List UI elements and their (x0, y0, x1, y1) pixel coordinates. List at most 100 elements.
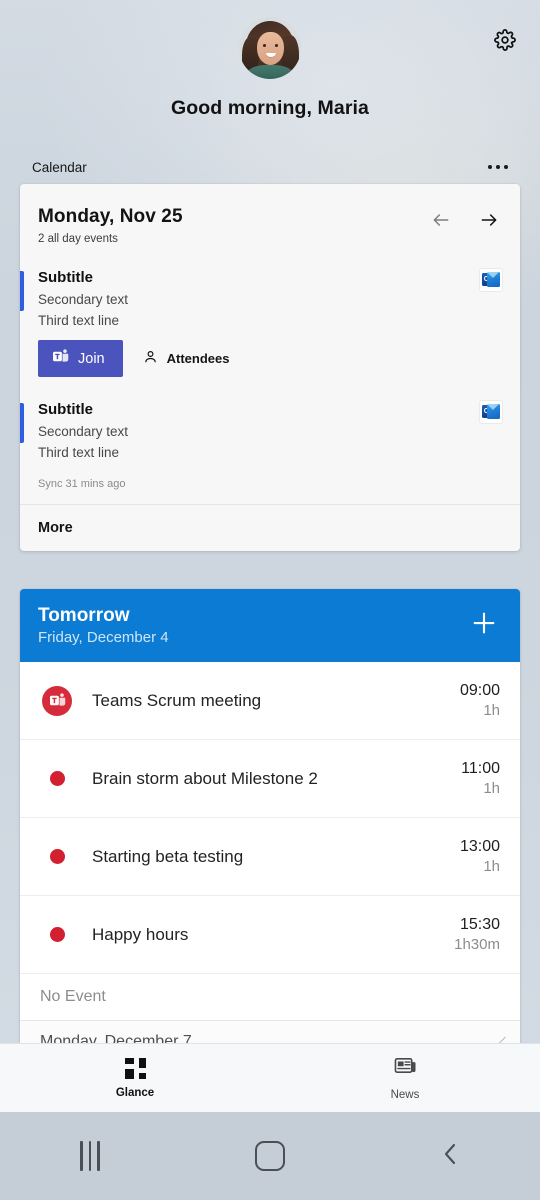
join-button[interactable]: Join (38, 340, 123, 377)
sync-status: Sync 31 mins ago (38, 478, 126, 490)
glance-grid-block-2 (138, 1057, 146, 1068)
tomorrow-card-header: Tomorrow Friday, December 4 (20, 589, 520, 662)
section-title: Calendar (32, 159, 87, 175)
news-icon (394, 1055, 417, 1081)
avatar-eye-left (263, 44, 266, 47)
previous-day-button[interactable] (428, 209, 454, 235)
event-accent-bar (20, 271, 24, 311)
header: Good morning, Maria (0, 0, 540, 150)
event-name: Teams Scrum meeting (92, 690, 262, 710)
recent-apps-button[interactable] (0, 1141, 180, 1171)
tomorrow-card: Tomorrow Friday, December 4 Teams Scrum … (20, 589, 520, 1071)
avatar-shirt (248, 65, 292, 79)
arrow-right-icon (478, 210, 500, 235)
all-day-events-summary: 2 all day events (38, 233, 118, 245)
arrow-left-icon (430, 210, 452, 235)
attendees-label: Attendees (166, 351, 230, 366)
calendar-date: Monday, Nov 25 (38, 206, 183, 227)
red-dot-icon (49, 771, 65, 786)
glance-grid-block-1 (124, 1057, 134, 1064)
recent-bar-1 (80, 1141, 83, 1171)
event-time: 09:00 1h (460, 682, 500, 719)
glance-grid-block-3 (124, 1068, 134, 1079)
nav-item-label: Glance (115, 1086, 155, 1099)
recent-bar-3 (97, 1141, 100, 1171)
event-secondary-text: Secondary text (38, 292, 129, 307)
event-actions: Join Attendees (38, 340, 502, 377)
avatar-eye-right (275, 44, 278, 47)
event-start-time: 13:00 (459, 838, 500, 855)
nav-item-news[interactable]: News (270, 1044, 540, 1112)
red-dot-icon (49, 927, 65, 942)
more-horizontal-icon (487, 164, 492, 170)
section-overflow-button[interactable] (486, 157, 511, 178)
event-time: 11:00 1h (461, 760, 500, 797)
outlook-icon: O (480, 401, 502, 423)
teams-icon (42, 685, 72, 716)
bottom-navigation: Glance News (0, 1043, 540, 1112)
recent-apps-icon (80, 1141, 100, 1171)
event-third-text: Third text line (38, 445, 120, 460)
attendees-button[interactable]: Attendees (143, 349, 230, 368)
avatar-face (257, 32, 284, 65)
calendar-nav (428, 206, 502, 235)
event-time: 13:00 1h (460, 838, 500, 875)
event-name: Starting beta testing (92, 846, 244, 866)
calendar-section-header: Calendar (0, 150, 540, 184)
calendar-card-header: Monday, Nov 25 2 all day events (20, 184, 520, 245)
gear-icon (494, 28, 516, 56)
outlook-icon: O (480, 269, 502, 291)
list-item[interactable]: Teams Scrum meeting 09:00 1h (20, 662, 520, 740)
tomorrow-event-list: Teams Scrum meeting 09:00 1h Brain storm… (20, 662, 520, 1071)
nav-item-glance[interactable]: Glance (0, 1044, 270, 1112)
home-icon (255, 1141, 285, 1171)
calendar-event-row[interactable]: O Subtitle Secondary text Third text lin… (20, 387, 520, 460)
person-icon (143, 349, 158, 368)
back-icon (438, 1139, 462, 1174)
event-icon (40, 849, 74, 864)
list-item[interactable]: Brain storm about Milestone 2 11:00 1h (20, 740, 520, 818)
home-button[interactable] (180, 1141, 360, 1171)
recent-bar-2 (88, 1141, 92, 1171)
event-title: Subtitle (38, 269, 93, 286)
settings-button[interactable] (487, 24, 523, 60)
event-secondary-text: Secondary text (38, 424, 129, 439)
tomorrow-title: Tomorrow (38, 605, 130, 626)
system-navigation-bar (0, 1112, 540, 1200)
no-event-row: No Event (20, 974, 520, 1021)
more-button[interactable]: More (20, 504, 520, 551)
event-start-time: 11:00 (461, 760, 500, 777)
event-start-time: 09:00 (459, 682, 500, 699)
calendar-card: Monday, Nov 25 2 all day events Subtitle… (20, 184, 520, 551)
page-title: Good morning, Maria (171, 97, 369, 119)
glance-grid-block-4 (138, 1072, 146, 1079)
list-item[interactable]: Happy hours 15:30 1h30m (20, 896, 520, 974)
event-duration: 1h (483, 858, 500, 875)
nav-item-label: News (390, 1089, 420, 1101)
plus-icon (469, 608, 499, 643)
red-dot-icon (49, 849, 65, 864)
glance-grid-icon (124, 1057, 146, 1079)
back-button[interactable] (360, 1139, 540, 1174)
avatar[interactable] (239, 17, 301, 79)
outlook-icon-envelope (487, 404, 500, 419)
more-horizontal-icon-dot2 (495, 164, 500, 170)
event-icon (40, 771, 74, 786)
join-button-label: Join (78, 350, 105, 367)
event-start-time: 15:30 (459, 916, 500, 933)
event-icon (40, 927, 74, 942)
teams-icon (52, 349, 69, 368)
add-event-button[interactable] (466, 608, 502, 644)
event-duration: 1h (483, 780, 500, 797)
event-title: Subtitle (38, 401, 93, 418)
app-screen: Good morning, Maria Calendar Monday, Nov… (0, 0, 540, 1200)
event-duration: 1h (483, 702, 500, 719)
list-item[interactable]: Starting beta testing 13:00 1h (20, 818, 520, 896)
event-accent-bar (20, 403, 24, 443)
event-duration: 1h30m (454, 936, 500, 953)
next-day-button[interactable] (476, 209, 502, 235)
event-icon (40, 685, 74, 716)
outlook-icon-envelope (487, 272, 500, 287)
calendar-event-row[interactable]: O Subtitle Secondary text Third text lin… (20, 255, 520, 377)
event-name: Brain storm about Milestone 2 (92, 768, 318, 788)
